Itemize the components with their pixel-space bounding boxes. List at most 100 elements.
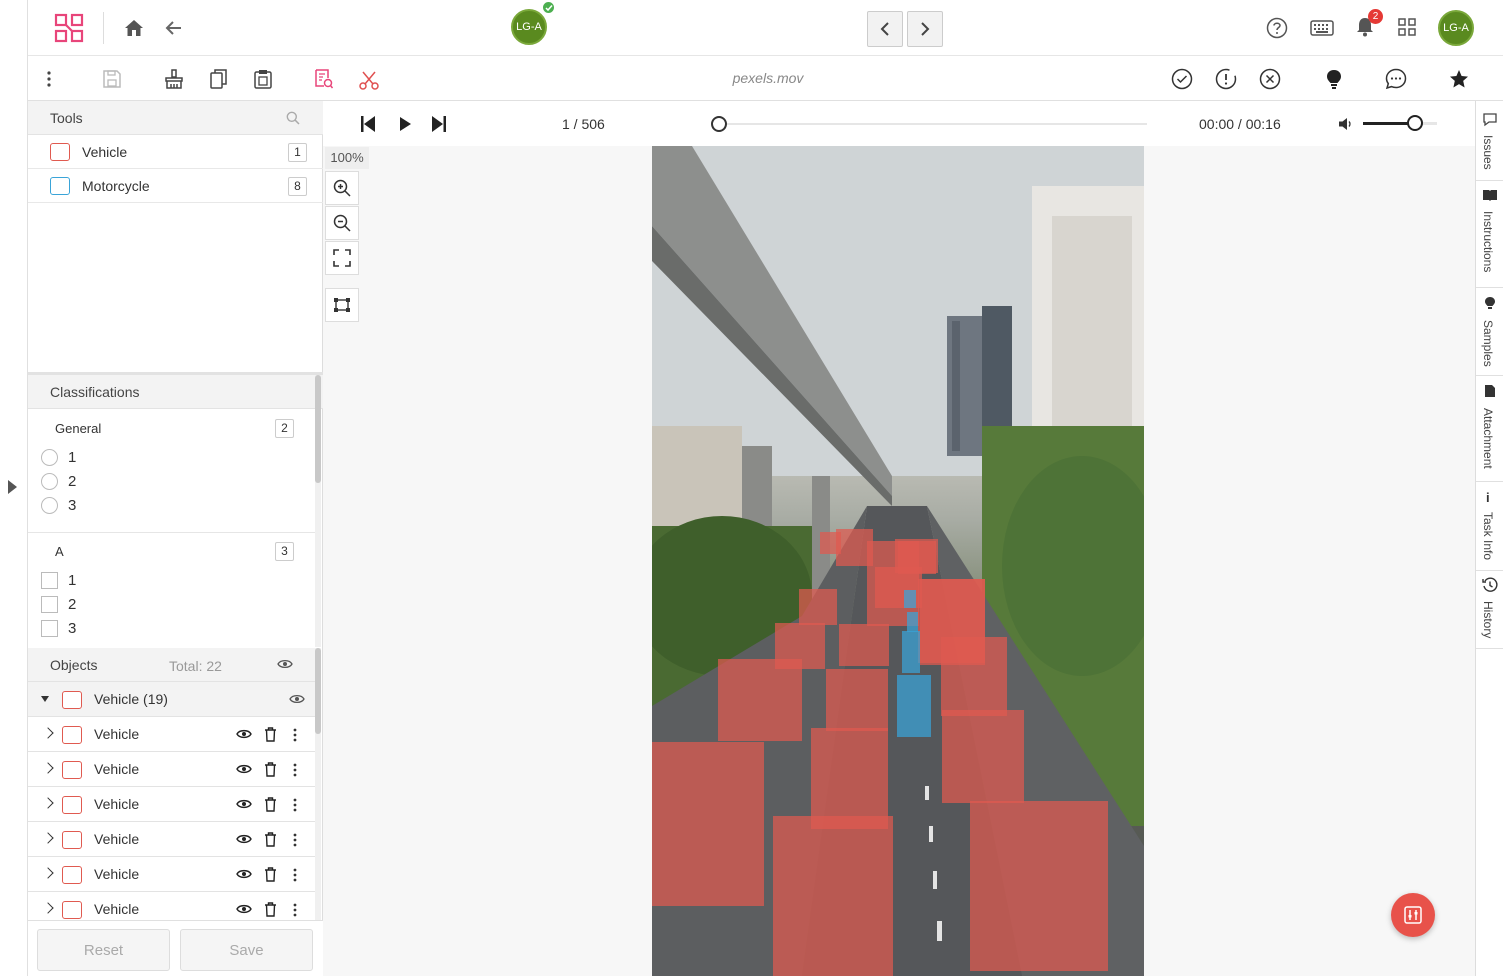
tool-motorcycle[interactable]: Motorcycle 8 bbox=[28, 169, 323, 203]
back-arrow-icon[interactable] bbox=[162, 16, 186, 40]
vehicle-bounding-box[interactable] bbox=[839, 624, 889, 666]
eye-icon[interactable] bbox=[288, 693, 306, 705]
eye-icon[interactable] bbox=[235, 763, 253, 775]
motorcycle-bounding-box[interactable] bbox=[907, 612, 918, 632]
scrollbar-thumb[interactable] bbox=[315, 648, 321, 734]
comment-icon[interactable] bbox=[1384, 68, 1408, 90]
checkbox-option[interactable] bbox=[41, 596, 58, 613]
collapse-caret-icon[interactable] bbox=[41, 696, 49, 702]
keyboard-icon[interactable] bbox=[1309, 18, 1335, 38]
expand-chevron-icon[interactable] bbox=[42, 832, 54, 844]
trash-icon[interactable] bbox=[263, 761, 277, 777]
rail-issues[interactable]: Issues bbox=[1476, 101, 1503, 181]
expand-chevron-icon[interactable] bbox=[42, 867, 54, 879]
vehicle-bounding-box[interactable] bbox=[970, 801, 1108, 971]
eye-icon[interactable] bbox=[235, 903, 253, 915]
approve-check-icon[interactable] bbox=[1171, 68, 1193, 90]
motorcycle-bounding-box[interactable] bbox=[904, 590, 916, 608]
more-vertical-icon[interactable] bbox=[291, 797, 299, 813]
expand-arrow-icon[interactable] bbox=[8, 480, 17, 494]
image-adjust-button[interactable] bbox=[1391, 893, 1435, 937]
skip-start-icon[interactable] bbox=[359, 114, 377, 134]
object-row[interactable]: Vehicle bbox=[28, 822, 315, 857]
more-vertical-icon[interactable] bbox=[42, 68, 56, 90]
more-vertical-icon[interactable] bbox=[291, 867, 299, 883]
object-row[interactable]: Vehicle bbox=[28, 857, 315, 892]
timeline-thumb[interactable] bbox=[711, 116, 727, 132]
object-row[interactable]: Vehicle bbox=[28, 752, 315, 787]
rail-samples[interactable]: Samples bbox=[1476, 288, 1503, 376]
object-group-vehicle[interactable]: Vehicle (19) bbox=[28, 682, 315, 717]
radio-option[interactable] bbox=[41, 497, 58, 514]
rail-history[interactable]: History bbox=[1476, 571, 1503, 649]
vehicle-bounding-box[interactable] bbox=[920, 579, 985, 665]
skip-end-icon[interactable] bbox=[430, 114, 448, 134]
trash-icon[interactable] bbox=[263, 866, 277, 882]
pending-review-icon[interactable] bbox=[1215, 68, 1237, 90]
vehicle-bounding-box[interactable] bbox=[942, 710, 1024, 803]
assignee-avatar[interactable]: LG-A bbox=[511, 9, 547, 45]
copy-icon[interactable] bbox=[208, 68, 230, 90]
help-icon[interactable] bbox=[1266, 17, 1288, 39]
cut-scissors-icon[interactable] bbox=[357, 68, 381, 92]
tool-vehicle[interactable]: Vehicle 1 bbox=[28, 135, 323, 169]
expand-chevron-icon[interactable] bbox=[42, 762, 54, 774]
object-row[interactable]: Vehicle bbox=[28, 787, 315, 822]
apps-grid-icon[interactable] bbox=[1397, 17, 1417, 37]
vehicle-bounding-box[interactable] bbox=[718, 659, 802, 741]
expand-chevron-icon[interactable] bbox=[42, 797, 54, 809]
rail-instructions[interactable]: Instructions bbox=[1476, 181, 1503, 288]
radio-option[interactable] bbox=[41, 449, 58, 466]
more-vertical-icon[interactable] bbox=[291, 902, 299, 918]
rail-task-info[interactable]: i Task Info bbox=[1476, 482, 1503, 571]
zoom-in-button[interactable] bbox=[325, 171, 359, 205]
vehicle-bounding-box[interactable] bbox=[826, 669, 888, 731]
save-button[interactable]: Save bbox=[180, 929, 313, 971]
video-frame-canvas[interactable] bbox=[652, 146, 1144, 976]
lightbulb-icon[interactable] bbox=[1323, 68, 1345, 90]
expand-chevron-icon[interactable] bbox=[42, 727, 54, 739]
more-vertical-icon[interactable] bbox=[291, 727, 299, 743]
fit-screen-button[interactable] bbox=[325, 241, 359, 275]
eye-icon[interactable] bbox=[235, 868, 253, 880]
reset-button[interactable]: Reset bbox=[37, 929, 170, 971]
bounding-box-tool-button[interactable] bbox=[325, 288, 359, 322]
eye-icon[interactable] bbox=[235, 728, 253, 740]
reject-x-icon[interactable] bbox=[1259, 68, 1281, 90]
volume-thumb[interactable] bbox=[1406, 115, 1423, 131]
next-task-button[interactable] bbox=[907, 11, 943, 47]
vehicle-bounding-box[interactable] bbox=[775, 623, 825, 669]
trash-icon[interactable] bbox=[263, 726, 277, 742]
timeline-track[interactable] bbox=[711, 116, 1147, 132]
vehicle-bounding-box[interactable] bbox=[811, 728, 888, 829]
volume-slider[interactable] bbox=[1363, 115, 1437, 131]
classifications-scrollbar[interactable] bbox=[315, 375, 321, 647]
eye-icon[interactable] bbox=[235, 798, 253, 810]
trash-icon[interactable] bbox=[263, 901, 277, 917]
eye-icon[interactable] bbox=[235, 833, 253, 845]
checkbox-option[interactable] bbox=[41, 620, 58, 637]
search-icon[interactable] bbox=[285, 110, 301, 126]
paste-icon[interactable] bbox=[252, 68, 274, 90]
motorcycle-bounding-box[interactable] bbox=[902, 631, 920, 673]
vehicle-bounding-box[interactable] bbox=[898, 541, 936, 574]
trash-icon[interactable] bbox=[263, 831, 277, 847]
zoom-out-button[interactable] bbox=[325, 206, 359, 240]
object-row[interactable]: Vehicle bbox=[28, 717, 315, 752]
vehicle-bounding-box[interactable] bbox=[773, 816, 893, 976]
user-avatar[interactable]: LG-A bbox=[1438, 10, 1474, 46]
vehicle-bounding-box[interactable] bbox=[799, 589, 837, 625]
vehicle-bounding-box[interactable] bbox=[652, 742, 764, 906]
radio-option[interactable] bbox=[41, 473, 58, 490]
more-vertical-icon[interactable] bbox=[291, 832, 299, 848]
prev-task-button[interactable] bbox=[867, 11, 903, 47]
filter-annotation-icon[interactable] bbox=[313, 68, 335, 90]
objects-scrollbar[interactable] bbox=[315, 648, 321, 920]
checkbox-option[interactable] bbox=[41, 572, 58, 589]
volume-icon[interactable] bbox=[1337, 116, 1355, 132]
play-icon[interactable] bbox=[396, 114, 414, 134]
more-vertical-icon[interactable] bbox=[291, 762, 299, 778]
expand-chevron-icon[interactable] bbox=[42, 902, 54, 914]
star-icon[interactable] bbox=[1448, 68, 1470, 90]
save-disk-icon[interactable] bbox=[101, 68, 123, 90]
